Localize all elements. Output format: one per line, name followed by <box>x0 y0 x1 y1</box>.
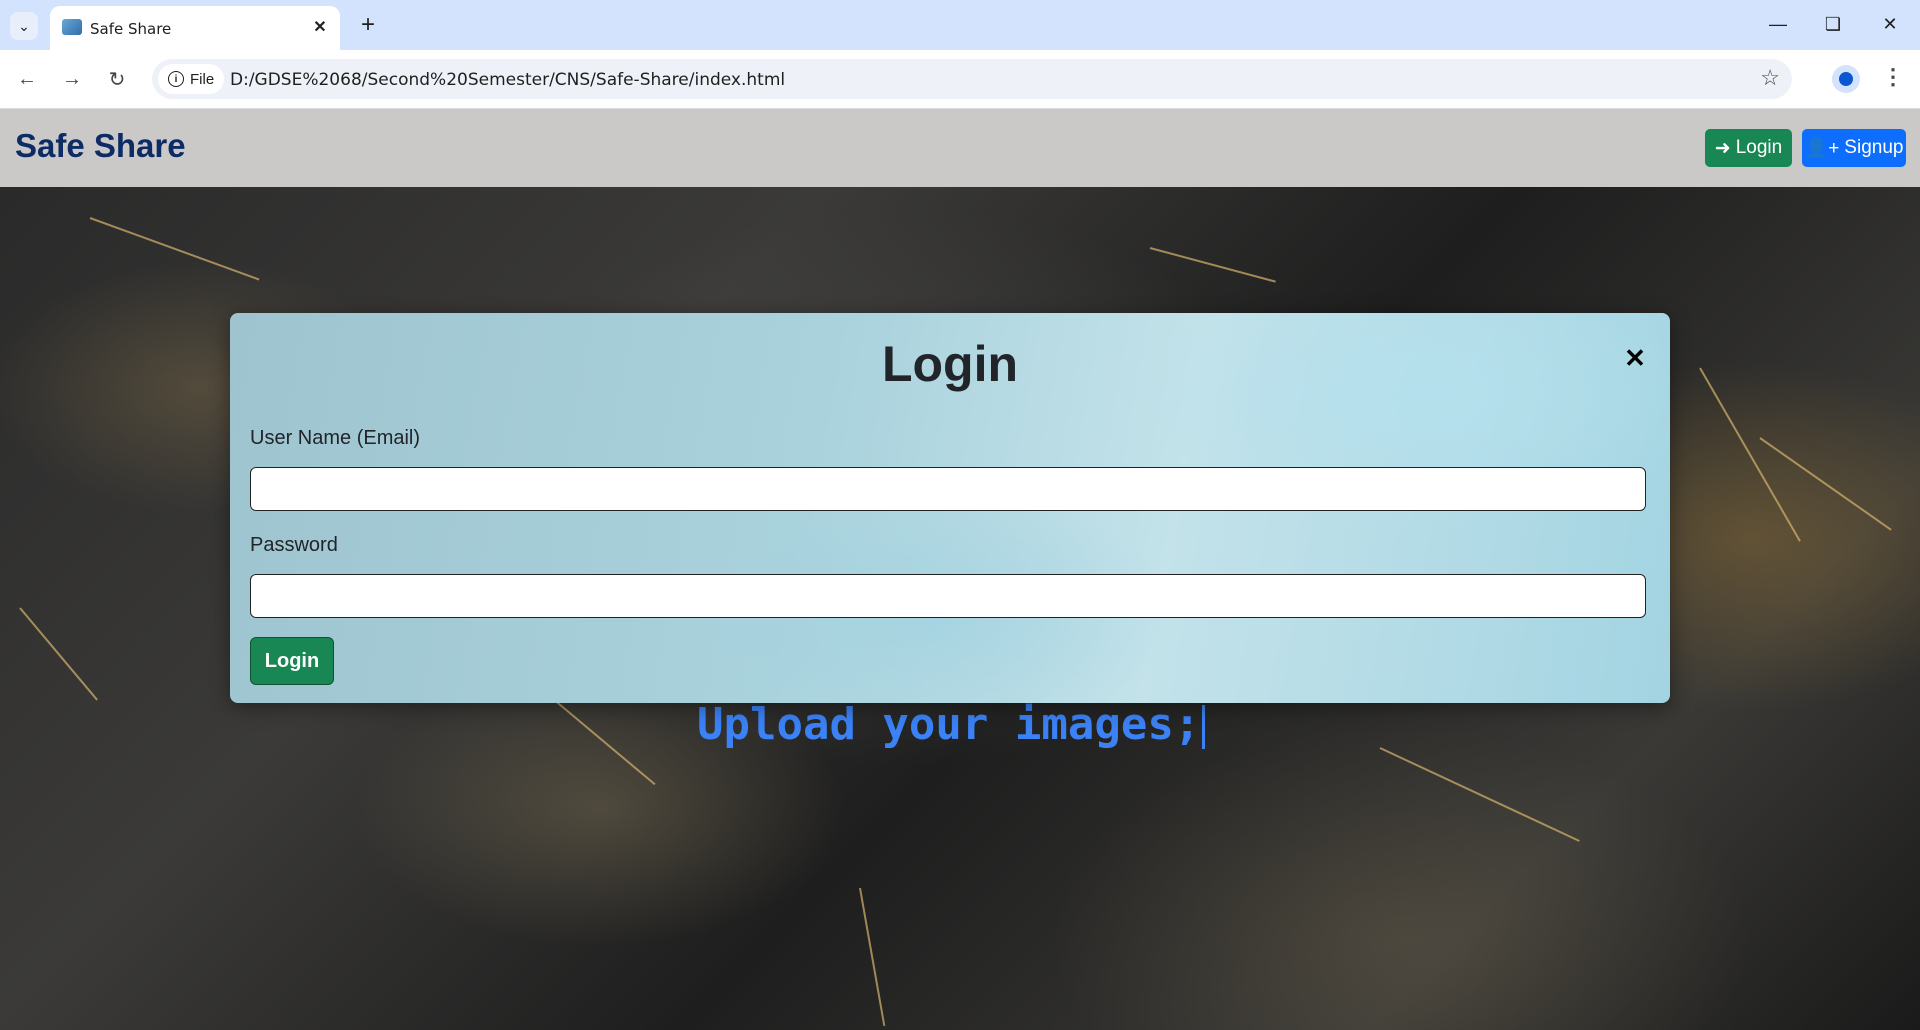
password-label: Password <box>250 534 338 556</box>
typed-headline-text: Upload your images; <box>697 699 1201 750</box>
login-submit-button[interactable]: Login <box>250 637 334 685</box>
login-icon: ➜ <box>1714 137 1731 159</box>
browser-tab-strip: ⌄ Safe Share ✕ + — ❏ ✕ <box>0 0 1920 50</box>
address-bar[interactable]: i File D:/GDSE%2068/Second%20Semester/CN… <box>152 59 1792 99</box>
profile-button[interactable] <box>1832 65 1860 93</box>
login-modal: Login ✕ User Name (Email) Password Login <box>230 313 1670 703</box>
modal-title: Login <box>881 336 1019 392</box>
marble-vein <box>1759 437 1892 531</box>
reload-button[interactable]: ↻ <box>102 64 132 94</box>
marble-vein <box>1149 247 1276 283</box>
username-label: User Name (Email) <box>250 427 421 449</box>
tab-title: Safe Share <box>90 20 172 38</box>
nav-signup-label: Signup <box>1844 137 1904 158</box>
tab-search-button[interactable]: ⌄ <box>10 12 38 40</box>
forward-arrow-icon: → <box>62 67 82 90</box>
site-navbar: Safe Share ➜ Login 👤+ Signup <box>0 109 1920 187</box>
plus-icon: + <box>360 11 375 38</box>
site-info-label: File <box>190 70 215 88</box>
typing-cursor <box>1202 705 1206 749</box>
site-info-chip[interactable]: i File <box>158 64 225 94</box>
new-tab-button[interactable]: + <box>355 11 381 38</box>
forward-button[interactable]: → <box>57 64 87 94</box>
browser-tab[interactable]: Safe Share ✕ <box>50 6 340 50</box>
close-icon[interactable]: ✕ <box>310 17 330 37</box>
marble-vein <box>19 607 98 701</box>
password-input[interactable] <box>250 574 1646 618</box>
info-icon: i <box>168 71 184 87</box>
window-close-button[interactable]: ✕ <box>1870 10 1910 38</box>
marble-vein <box>1379 747 1580 842</box>
back-button[interactable]: ← <box>12 64 42 94</box>
restore-button[interactable]: ❏ <box>1813 10 1853 38</box>
nav-login-label: Login <box>1735 137 1783 158</box>
marble-vein <box>89 217 260 281</box>
user-plus-icon: 👤+ <box>1804 138 1840 159</box>
nav-login-button[interactable]: ➜ Login <box>1705 129 1792 167</box>
marble-vein <box>859 887 886 1027</box>
browser-toolbar: ← → ↻ i File D:/GDSE%2068/Second%20Semes… <box>0 50 1920 109</box>
kebab-menu-icon[interactable]: ⋮ <box>1882 64 1904 90</box>
star-icon[interactable]: ☆ <box>1760 65 1780 91</box>
favicon-icon <box>62 19 82 35</box>
typed-headline: Upload your images; <box>697 699 1206 750</box>
minimize-button[interactable]: — <box>1758 10 1798 38</box>
profile-icon <box>1839 72 1853 86</box>
back-arrow-icon: ← <box>17 67 37 90</box>
web-page: Safe Share ➜ Login 👤+ Signup Upload your… <box>0 109 1920 1030</box>
nav-signup-button[interactable]: 👤+ Signup <box>1802 129 1906 167</box>
brand-logo[interactable]: Safe Share <box>15 127 186 165</box>
reload-icon: ↻ <box>108 68 126 91</box>
url-text[interactable]: D:/GDSE%2068/Second%20Semester/CNS/Safe-… <box>230 70 785 90</box>
close-icon[interactable]: ✕ <box>1620 343 1650 373</box>
username-input[interactable] <box>250 467 1646 511</box>
chevron-down-icon: ⌄ <box>18 17 30 34</box>
